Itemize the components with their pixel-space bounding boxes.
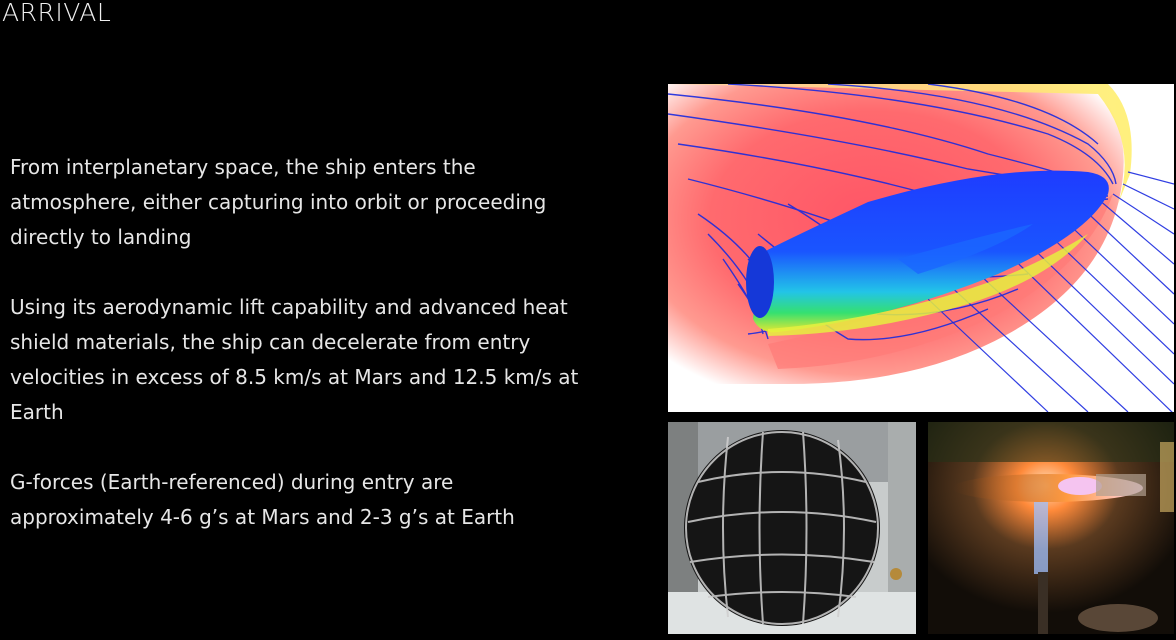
paragraph-g-forces: G-forces (Earth-referenced) during entry… [10,470,515,529]
paragraph-deceleration: Using its aerodynamic lift capability an… [10,295,579,424]
body-text: From interplanetary space, the ship ente… [10,150,590,570]
heat-shield-photo [668,422,916,634]
cfd-simulation-image [668,84,1174,412]
paragraph-entry: From interplanetary space, the ship ente… [10,155,547,249]
slide-title: ARRIVAL [2,0,112,27]
arc-jet-test-photo [928,422,1174,634]
